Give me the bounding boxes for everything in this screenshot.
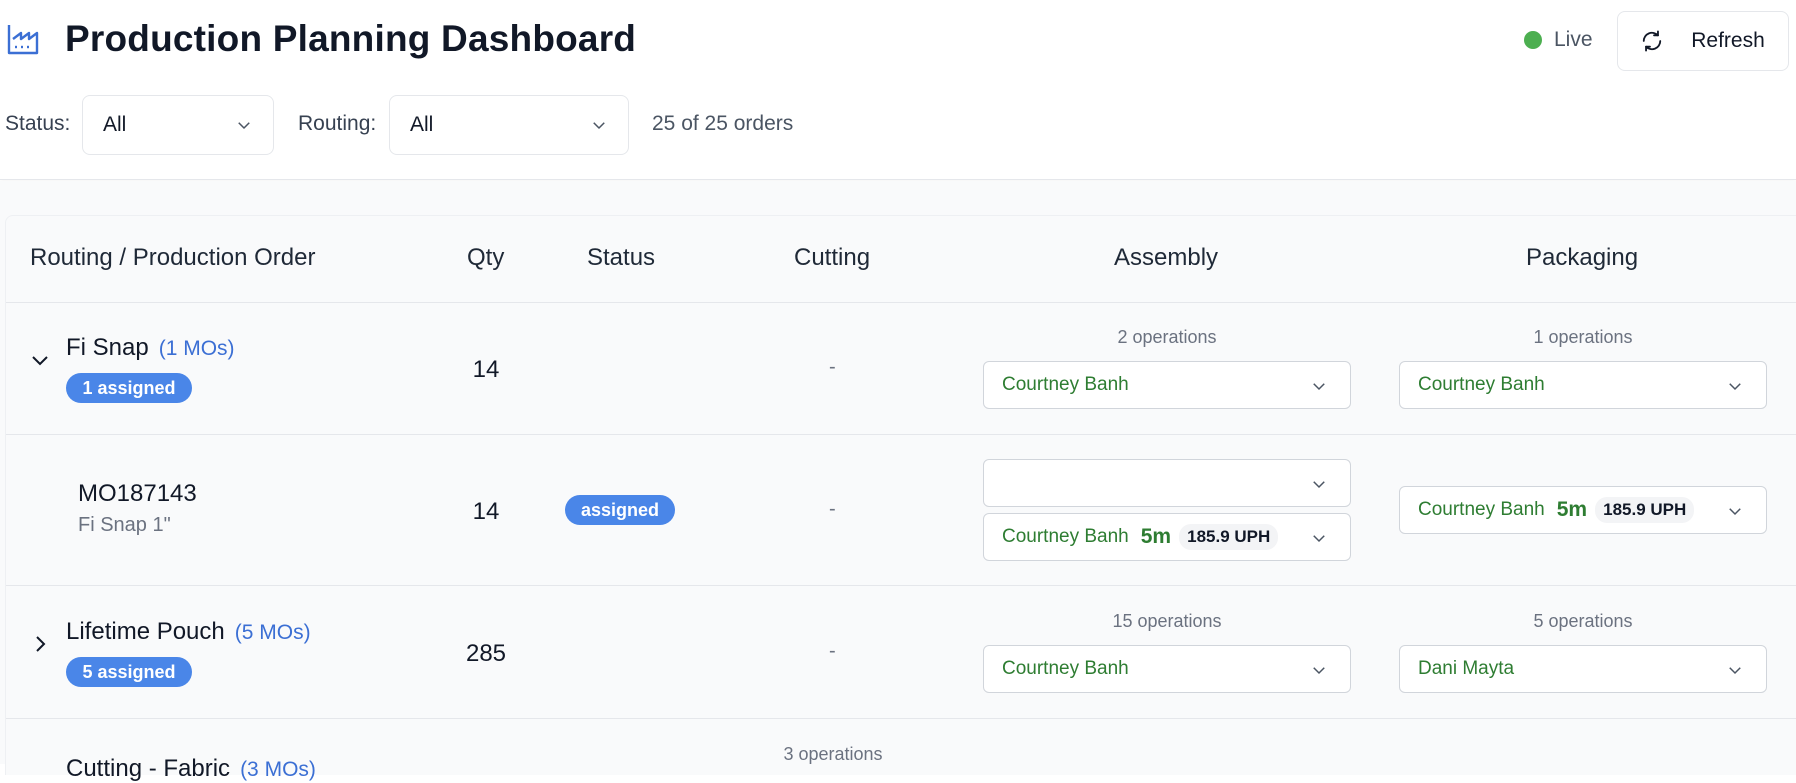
status-filter-label: Status:	[5, 112, 71, 135]
chevron-right-icon[interactable]	[28, 632, 52, 656]
packaging-assignee-select[interactable]: Dani Mayta	[1399, 645, 1767, 693]
duration-minutes: 5m	[1140, 525, 1172, 548]
order-id: MO187143	[78, 480, 197, 507]
status-filter-select[interactable]: All	[82, 95, 274, 155]
mo-count: (1 MOs)	[158, 337, 235, 360]
chevron-down-icon	[1729, 667, 1741, 675]
group-name-label: Lifetime Pouch	[66, 618, 225, 645]
orders-table: Routing / Production Order Qty Status Cu…	[5, 215, 1796, 782]
chevron-down-icon	[1313, 481, 1325, 489]
assembly-assignee-select[interactable]: Courtney Banh	[983, 361, 1351, 409]
group-name-label: Cutting - Fabric	[66, 755, 231, 782]
live-label: Live	[1554, 28, 1593, 51]
cutting-value: -	[829, 640, 836, 662]
chevron-down-icon	[1313, 383, 1325, 391]
assembly-operation-select-empty[interactable]	[983, 459, 1351, 507]
packaging-assignee-select[interactable]: Courtney Banh	[1399, 361, 1767, 409]
live-status-dot	[1524, 31, 1542, 49]
packaging-assignee-select[interactable]: Courtney Banh 5m 185.9 UPH	[1399, 486, 1767, 534]
routing-filter-label: Routing:	[298, 112, 377, 135]
assigned-badge: 1 assigned	[66, 373, 192, 403]
qty-value: 14	[472, 498, 500, 525]
order-product: Fi Snap 1"	[78, 514, 171, 536]
column-header-cutting: Cutting	[794, 244, 871, 271]
chevron-down-icon	[238, 122, 250, 130]
refresh-icon	[1643, 30, 1662, 52]
chevron-down-icon	[593, 122, 605, 130]
assignee-name: Courtney Banh	[1002, 658, 1129, 679]
assignee-name: Courtney Banh	[1002, 526, 1129, 547]
chevron-down-icon	[1313, 535, 1325, 543]
column-header-assembly: Assembly	[1114, 244, 1219, 271]
divider	[6, 718, 1796, 719]
status-badge: assigned	[565, 495, 675, 525]
group-name-label: Fi Snap	[66, 334, 149, 361]
column-header-status: Status	[587, 244, 656, 271]
refresh-button[interactable]: Refresh	[1617, 11, 1789, 71]
divider	[6, 434, 1796, 435]
mo-count: (5 MOs)	[234, 621, 311, 644]
uph-badge: 185.9 UPH	[1595, 497, 1695, 523]
assignee-name: Courtney Banh	[1418, 374, 1545, 395]
chevron-down-icon	[1729, 383, 1741, 391]
assignee-name: Courtney Banh	[1002, 374, 1129, 395]
assembly-ops-count: 2 operations	[1117, 327, 1217, 347]
column-header-packaging: Packaging	[1526, 244, 1639, 271]
refresh-label: Refresh	[1691, 29, 1765, 52]
cutting-value: -	[829, 498, 836, 520]
column-header-routing: Routing / Production Order	[30, 244, 316, 271]
assembly-assignee-select[interactable]: Courtney Banh 5m 185.9 UPH	[983, 513, 1351, 561]
live-indicator: Live	[1524, 28, 1593, 52]
uph-badge: 185.9 UPH	[1179, 524, 1279, 550]
group-name[interactable]: Lifetime Pouch (5 MOs)	[66, 618, 311, 646]
assignee-name: Courtney Banh	[1418, 499, 1545, 520]
column-header-qty: Qty	[467, 244, 505, 271]
factory-icon	[7, 25, 39, 55]
qty-value: 285	[465, 640, 507, 667]
order-count: 25 of 25 orders	[652, 112, 794, 135]
divider	[6, 302, 1796, 303]
group-name[interactable]: Cutting - Fabric (3 MOs)	[66, 755, 316, 783]
chevron-down-icon	[1313, 667, 1325, 675]
assigned-badge: 5 assigned	[66, 657, 192, 687]
assignee-name: Dani Mayta	[1418, 658, 1515, 679]
qty-value: 14	[472, 356, 500, 383]
cutting-value: -	[829, 356, 836, 378]
status-filter-value: All	[103, 113, 127, 136]
divider	[6, 585, 1796, 586]
routing-filter-select[interactable]: All	[389, 95, 629, 155]
assembly-assignee-select[interactable]: Courtney Banh	[983, 645, 1351, 693]
packaging-ops-count: 1 operations	[1533, 327, 1633, 347]
duration-minutes: 5m	[1556, 498, 1588, 521]
mo-count: (3 MOs)	[240, 758, 316, 781]
group-name[interactable]: Fi Snap (1 MOs)	[66, 334, 235, 362]
page-title: Production Planning Dashboard	[65, 18, 637, 59]
chevron-down-icon[interactable]	[28, 348, 52, 372]
main-content: Routing / Production Order Qty Status Cu…	[0, 181, 1796, 782]
chevron-down-icon	[1729, 508, 1741, 516]
assembly-ops-count: 15 operations	[1112, 611, 1222, 631]
dashboard-header: Production Planning Dashboard Live Refre…	[0, 0, 1796, 180]
packaging-ops-count: 5 operations	[1533, 611, 1633, 631]
cutting-ops-count: 3 operations	[783, 744, 883, 764]
routing-filter-value: All	[410, 113, 434, 136]
